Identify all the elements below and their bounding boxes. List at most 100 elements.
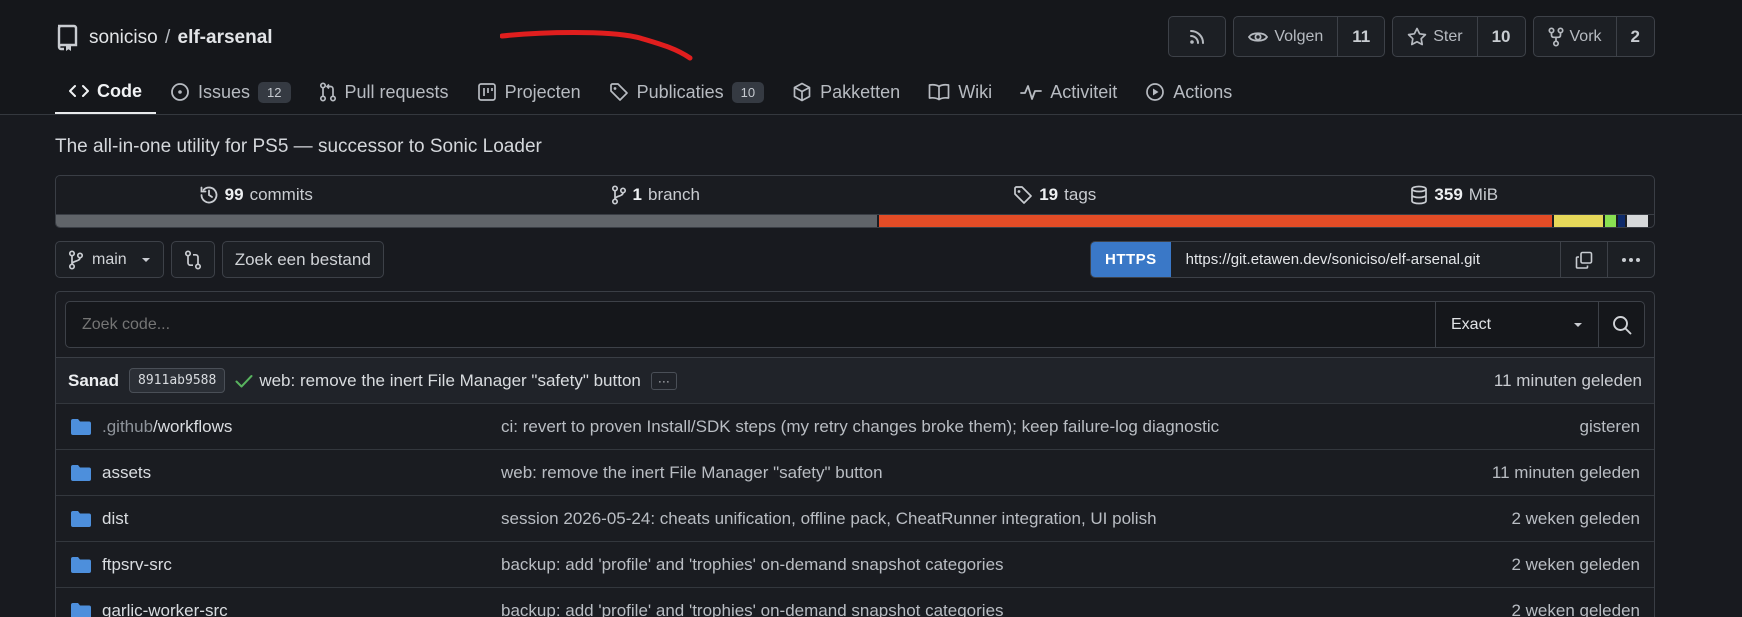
file-commit-message[interactable]: backup: add 'profile' and 'trophies' on-… (501, 555, 1511, 575)
watch-button[interactable]: Volgen (1234, 17, 1337, 56)
book-icon (928, 83, 950, 101)
tab-pull-requests[interactable]: Pull requests (305, 70, 463, 114)
language-segment[interactable] (1615, 215, 1626, 227)
commits-link[interactable]: 99 commits (56, 176, 456, 214)
file-row[interactable]: ftpsrv-src backup: add 'profile' and 'tr… (56, 541, 1654, 587)
repo-name-link[interactable]: elf-arsenal (178, 27, 273, 48)
rss-button[interactable] (1168, 16, 1227, 57)
https-protocol-button[interactable]: HTTPS (1091, 242, 1171, 277)
caret-down-icon (141, 257, 150, 262)
file-row[interactable]: assets web: remove the inert File Manage… (56, 449, 1654, 495)
star-count[interactable]: 10 (1476, 17, 1525, 56)
find-file-label: Zoek een bestand (234, 249, 371, 269)
tab-label: Activiteit (1050, 81, 1118, 102)
database-icon (1411, 185, 1428, 205)
search-submit-button[interactable] (1598, 302, 1644, 347)
commit-message-link[interactable]: web: remove the inert File Manager "safe… (259, 371, 641, 391)
play-icon (1146, 83, 1165, 101)
copy-url-button[interactable] (1560, 242, 1607, 277)
tags-label: tags (1064, 185, 1097, 204)
tab-code[interactable]: Code (55, 70, 156, 114)
file-browser-panel: Exact Sanad 8911ab9588 web: remove the i… (55, 291, 1655, 617)
commit-author[interactable]: Sanad (68, 371, 119, 391)
file-commit-message[interactable]: session 2026-05-24: cheats unification, … (501, 509, 1511, 529)
file-name-link[interactable]: garlic-worker-src (102, 601, 228, 617)
code-search-input[interactable] (66, 302, 1435, 347)
folder-icon (71, 510, 91, 527)
tab-actions[interactable]: Actions (1131, 70, 1246, 114)
find-file-button[interactable]: Zoek een bestand (221, 241, 384, 278)
tab-label: Pull requests (344, 81, 449, 102)
tab-packages[interactable]: Pakketten (778, 70, 914, 114)
language-segment[interactable] (56, 215, 878, 227)
package-icon (793, 82, 811, 102)
branch-icon (68, 249, 84, 270)
file-name-link[interactable]: ftpsrv-src (102, 555, 172, 575)
search-icon (1612, 315, 1631, 334)
tab-label: Code (97, 80, 142, 101)
tab-label: Issues (198, 81, 251, 102)
size-value: 359 (1434, 185, 1463, 204)
language-segment[interactable] (1602, 215, 1616, 227)
file-row[interactable]: garlic-worker-src backup: add 'profile' … (56, 587, 1654, 617)
file-commit-time: gisteren (1579, 416, 1640, 436)
clone-url-box: HTTPS https://git.etawen.dev/soniciso/el… (1090, 241, 1655, 278)
fork-count[interactable]: 2 (1615, 17, 1654, 56)
code-search: Exact (65, 301, 1645, 348)
tab-releases[interactable]: Publicaties 10 (595, 70, 779, 114)
watch-button-group: Volgen 11 (1233, 16, 1386, 57)
branch-label: branch (647, 185, 700, 204)
clone-url-input[interactable]: https://git.etawen.dev/soniciso/elf-arse… (1171, 242, 1560, 277)
tab-activity[interactable]: Activiteit (1006, 70, 1131, 114)
folder-suffix: /workflows (153, 416, 233, 436)
repo-icon (57, 24, 78, 51)
expand-commit-button[interactable]: ··· (650, 371, 677, 390)
commit-sha-button[interactable]: 8911ab9588 (129, 368, 226, 393)
branches-link[interactable]: 1 branch (456, 176, 856, 214)
more-options-button[interactable] (1607, 242, 1654, 277)
language-segment[interactable] (1551, 215, 1603, 227)
issue-icon (171, 83, 189, 101)
branch-name: main (92, 250, 127, 268)
kebab-horizontal-icon (1622, 257, 1640, 262)
language-bar[interactable] (56, 214, 1654, 227)
repo-owner-link[interactable]: soniciso (89, 27, 158, 48)
tab-projects[interactable]: Projecten (463, 70, 595, 114)
commit-time: 11 minuten geleden (1493, 370, 1642, 390)
file-row[interactable]: dist session 2026-05-24: cheats unificat… (56, 495, 1654, 541)
file-row[interactable]: .github/workflows ci: revert to proven I… (56, 403, 1654, 449)
language-segment[interactable] (1625, 215, 1648, 227)
search-mode-value: Exact (1451, 315, 1492, 333)
repo-header: soniciso / elf-arsenal Volgen 11 Ster 10… (0, 0, 1742, 115)
fork-icon (1547, 26, 1564, 47)
watch-count[interactable]: 11 (1337, 17, 1384, 56)
commits-count: 99 (224, 185, 244, 204)
star-button-group: Ster 10 (1392, 16, 1526, 57)
star-icon (1408, 27, 1427, 46)
file-name-link[interactable]: dist (102, 509, 128, 529)
file-name-link[interactable]: assets (102, 463, 151, 483)
repo-tabs: Code Issues 12 Pull requests Projecten P… (55, 70, 1246, 115)
tag-icon (609, 83, 628, 101)
fork-button[interactable]: Vork (1534, 17, 1616, 56)
releases-count-badge: 10 (731, 81, 765, 103)
search-mode-select[interactable]: Exact (1435, 302, 1598, 347)
branch-count: 1 (632, 185, 642, 204)
file-commit-message[interactable]: backup: add 'profile' and 'trophies' on-… (501, 601, 1511, 617)
folder-icon (71, 556, 91, 573)
tab-wiki[interactable]: Wiki (914, 70, 1006, 114)
tab-issues[interactable]: Issues 12 (156, 70, 305, 114)
file-commit-message[interactable]: web: remove the inert File Manager "safe… (501, 463, 1492, 483)
tags-link[interactable]: 19 tags (855, 176, 1255, 214)
language-segment[interactable] (877, 215, 1552, 227)
repo-stats-bar: 99 commits 1 branch 19 tags 359 MiB (55, 175, 1655, 228)
folder-prefix: .github (102, 416, 154, 436)
compare-button[interactable] (170, 241, 215, 278)
file-commit-message[interactable]: ci: revert to proven Install/SDK steps (… (501, 417, 1580, 437)
tab-label: Publicaties (636, 81, 724, 102)
file-name-link[interactable]: .github/workflows (102, 417, 232, 437)
star-button[interactable]: Ster (1393, 17, 1476, 56)
folder-icon (71, 418, 91, 435)
pulse-icon (1020, 85, 1043, 100)
branch-selector[interactable]: main (55, 241, 164, 278)
